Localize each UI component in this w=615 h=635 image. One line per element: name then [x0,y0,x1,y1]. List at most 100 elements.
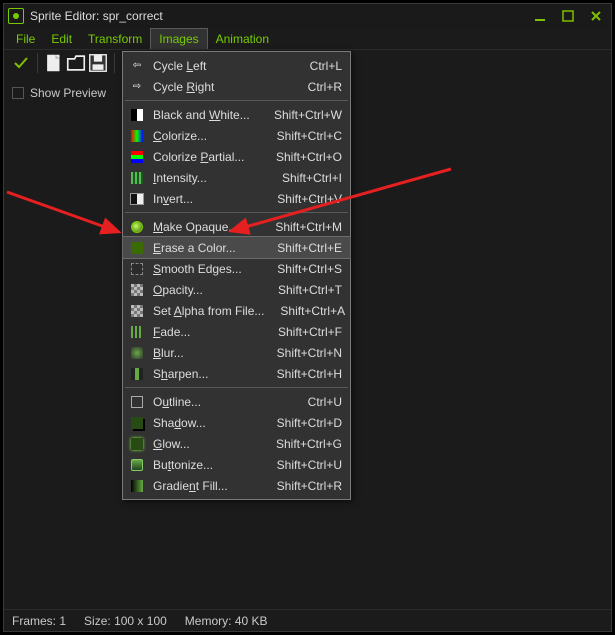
menu-item-colorize-partial[interactable]: Colorize Partial...Shift+Ctrl+O [123,146,350,167]
menubar: File Edit Transform Images Animation [4,28,611,50]
gfill-icon [127,478,147,494]
menu-item-shortcut: Shift+Ctrl+C [277,129,342,143]
menu-item-label: Colorize... [153,129,261,143]
menu-item-label: Glow... [153,437,260,451]
menu-images[interactable]: Images [150,28,207,49]
confirm-button[interactable] [10,52,32,74]
menu-item-make-opaque[interactable]: Make Opaque...Shift+Ctrl+M [123,216,350,237]
menu-item-shortcut: Shift+Ctrl+H [277,367,342,381]
status-frames: Frames: 1 [12,614,66,628]
new-button[interactable] [43,52,65,74]
menu-item-label: Blur... [153,346,261,360]
menu-item-label: Black and White... [153,108,258,122]
bw-icon [127,107,147,123]
menu-separator [125,100,348,101]
menu-item-intensity[interactable]: Intensity... Shift+Ctrl+I [123,167,350,188]
menu-item-shortcut: Ctrl+U [308,395,342,409]
outl-icon [127,394,147,410]
menu-item-shortcut: Shift+Ctrl+F [278,325,342,339]
separator [37,53,38,73]
window-title: Sprite Editor: spr_correct [30,9,529,23]
menu-separator [125,212,348,213]
menu-item-outline[interactable]: Outline... Ctrl+U [123,391,350,412]
menu-item-shortcut: Shift+Ctrl+T [278,283,342,297]
close-button[interactable] [585,8,607,24]
menu-item-shortcut: Shift+Ctrl+D [277,416,342,430]
alpha-icon [127,282,147,298]
menu-item-label: Erase a Color... [153,241,261,255]
checkbox-icon [12,87,24,99]
menu-item-shortcut: Shift+Ctrl+U [277,458,342,472]
sm-icon [127,261,147,277]
menu-item-shadow[interactable]: Shadow... Shift+Ctrl+D [123,412,350,433]
bars-icon [127,170,147,186]
menu-item-label: Cycle Left [153,59,294,73]
menu-item-gradient-fill[interactable]: Gradient Fill... Shift+Ctrl+R [123,475,350,496]
menu-item-label: Cycle Right [153,80,292,94]
show-preview-checkbox[interactable]: Show Preview [12,86,106,100]
menu-item-label: Set Alpha from File... [153,304,264,318]
grad-icon [127,128,147,144]
menu-item-shortcut: Ctrl+L [310,59,342,73]
menu-item-colorize[interactable]: Colorize... Shift+Ctrl+C [123,125,350,146]
status-memory: Memory: 40 KB [185,614,268,628]
menu-item-cycle-left[interactable]: ⇦ Cycle Left Ctrl+L [123,55,350,76]
menu-item-opacity[interactable]: Opacity... Shift+Ctrl+T [123,279,350,300]
save-button[interactable] [87,52,109,74]
menu-item-label: Shadow... [153,416,261,430]
menu-item-set-alpha-from-file[interactable]: Set Alpha from File... Shift+Ctrl+A [123,300,350,321]
menu-item-label: Intensity... [153,171,266,185]
menu-item-shortcut: Ctrl+R [308,80,342,94]
menu-item-shortcut: Shift+Ctrl+S [277,262,342,276]
menu-item-label: Make Opaque... [153,220,259,234]
app-icon [8,8,24,24]
alpha-icon [127,303,147,319]
menu-item-label: Gradient Fill... [153,479,261,493]
show-preview-label: Show Preview [30,86,106,100]
open-button[interactable] [65,52,87,74]
glow-icon [127,436,147,452]
menu-item-label: Colorize Partial... [153,150,260,164]
rgb-icon [127,149,147,165]
menu-item-label: Outline... [153,395,292,409]
inv-icon [127,191,147,207]
sprite-editor-window: Sprite Editor: spr_correct File Edit Tra… [3,3,612,632]
menu-item-smooth-edges[interactable]: Smooth Edges...Shift+Ctrl+S [123,258,350,279]
shad-icon [127,415,147,431]
menu-item-shortcut: Shift+Ctrl+I [282,171,342,185]
sharp-icon [127,366,147,382]
menu-item-sharpen[interactable]: Sharpen...Shift+Ctrl+H [123,363,350,384]
menu-item-shortcut: Shift+Ctrl+A [280,304,345,318]
cyc-left-icon: ⇦ [127,58,147,74]
menu-item-label: Invert... [153,192,261,206]
menu-item-buttonize[interactable]: Buttonize...Shift+Ctrl+U [123,454,350,475]
fade-icon [127,324,147,340]
menu-file[interactable]: File [8,28,43,49]
menu-item-shortcut: Shift+Ctrl+V [277,192,342,206]
menu-edit[interactable]: Edit [43,28,80,49]
minimize-button[interactable] [529,8,551,24]
menu-animation[interactable]: Animation [208,28,277,49]
menu-item-label: Opacity... [153,283,262,297]
menu-transform[interactable]: Transform [80,28,150,49]
menu-item-cycle-right[interactable]: ⇨Cycle RightCtrl+R [123,76,350,97]
menu-item-shortcut: Shift+Ctrl+E [277,241,342,255]
statusbar: Frames: 1 Size: 100 x 100 Memory: 40 KB [4,609,611,631]
blur-icon [127,345,147,361]
menu-item-shortcut: Shift+Ctrl+R [277,479,342,493]
separator [114,53,115,73]
images-dropdown: ⇦Cycle LeftCtrl+L⇨Cycle RightCtrl+RBlack… [122,51,351,500]
menu-item-glow[interactable]: Glow... Shift+Ctrl+G [123,433,350,454]
menu-item-shortcut: Shift+Ctrl+N [277,346,342,360]
menu-item-black-and-white[interactable]: Black and White...Shift+Ctrl+W [123,104,350,125]
menu-item-fade[interactable]: Fade...Shift+Ctrl+F [123,321,350,342]
menu-item-blur[interactable]: Blur... Shift+Ctrl+N [123,342,350,363]
status-size: Size: 100 x 100 [84,614,167,628]
btn-icon [127,457,147,473]
maximize-button[interactable] [557,8,579,24]
green-icon [127,240,147,256]
menu-item-erase-a-color[interactable]: Erase a Color... Shift+Ctrl+E [123,237,350,258]
menu-item-invert[interactable]: Invert... Shift+Ctrl+V [123,188,350,209]
titlebar: Sprite Editor: spr_correct [4,4,611,28]
menu-item-shortcut: Shift+Ctrl+G [276,437,342,451]
